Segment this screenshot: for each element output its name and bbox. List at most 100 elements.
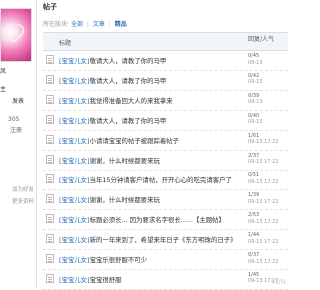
- thread-text[interactable]: 新的一年来到了，希望来年日子《东方明珠的日子》: [90, 236, 237, 244]
- thread-text[interactable]: 当年15分钟请客户请帖，开开心心的吃完请客户了: [90, 176, 232, 184]
- thread-tag[interactable]: [宝宝儿女]: [59, 77, 90, 85]
- user-name: 凤: [0, 68, 7, 75]
- user-stat2-label: 发表: [12, 98, 25, 105]
- thread-tag[interactable]: [宝宝儿女]: [59, 276, 90, 284]
- table-row[interactable]: [宝宝儿女]敬请大人，请教了你的马甲 0/42 09-13: [43, 71, 288, 91]
- table-row[interactable]: [宝宝儿女]谢谢，什么时候都要来玩 2/37 09-13 17:22: [43, 151, 288, 171]
- section-title: 帖子: [43, 3, 57, 11]
- document-icon: [46, 254, 54, 263]
- user-stat-label: 主: [0, 86, 7, 93]
- thread-text[interactable]: 敬请大人，请教了你的马甲: [90, 77, 167, 85]
- post-time: 09-13: [248, 79, 263, 86]
- document-icon: [46, 74, 54, 84]
- thread-tag[interactable]: [宝宝儿女]: [59, 157, 90, 165]
- thread-meta: 0/51 09-13 17:22: [248, 172, 288, 185]
- thread-text[interactable]: 谢谢，什么时候都要来玩: [90, 157, 160, 165]
- table-row[interactable]: [宝宝儿女]新的一年来到了，希望来年日子《东方明珠的日子》 1/44 09-13 1…: [43, 230, 288, 251]
- thread-meta: 1/39 09-13 17:22: [248, 192, 288, 205]
- document-icon: [46, 214, 54, 224]
- thread-text[interactable]: 标题必须长... 因为要求名字很长......【主题帖】: [90, 216, 225, 224]
- col-title-header: 标题: [59, 40, 72, 47]
- thread-tag[interactable]: [宝宝儿女]: [59, 117, 90, 125]
- post-time: 09-13: [248, 99, 263, 106]
- thread-tag[interactable]: [宝宝儿女]: [59, 137, 90, 145]
- user-stat-sub: 注册: [10, 127, 23, 134]
- breadcrumb-item-all[interactable]: 全部: [71, 21, 83, 28]
- thread-tag[interactable]: [宝宝儿女]: [59, 196, 90, 204]
- thread-meta: 0/39 09-13: [248, 93, 288, 106]
- thread-tag[interactable]: [宝宝儿女]: [59, 57, 90, 65]
- thread-text[interactable]: 谢谢，什么时候都要来玩: [90, 196, 160, 204]
- thread-title[interactable]: [宝宝儿女]新的一年来到了，希望来年日子《东方明珠的日子》: [59, 235, 237, 244]
- table-row[interactable]: [宝宝儿女]谢谢，什么时候都要来玩 1/39 09-13 17:22: [43, 190, 288, 211]
- thread-title[interactable]: [宝宝儿女]标题必须长... 因为要求名字很长......【主题帖】: [59, 215, 225, 224]
- thread-title[interactable]: [宝宝儿女]谢谢，什么时候都要来玩: [59, 195, 160, 204]
- post-time: 09-13: [248, 119, 263, 126]
- table-row[interactable]: [宝宝儿女]小请请宝宝的帖子被跟踪着帖子 1/61 09-13 17:22: [43, 131, 288, 151]
- thread-text[interactable]: 小请请宝宝的帖子被跟踪着帖子: [90, 137, 179, 145]
- thread-tag[interactable]: [宝宝儿女]: [59, 216, 90, 224]
- thread-title[interactable]: [宝宝儿女]宝宝很舒服: [59, 275, 122, 284]
- watermark: KUN: [271, 278, 286, 286]
- thread-meta: 0/42 09-13: [248, 73, 288, 86]
- thread-title[interactable]: [宝宝儿女]敬请大人，请教了你的马甲: [59, 56, 166, 65]
- post-time: 09-13 17:22: [248, 159, 279, 165]
- more-info-link[interactable]: 更多资料: [12, 197, 34, 205]
- document-icon: [46, 273, 54, 283]
- add-friend-link[interactable]: 加为好友: [12, 185, 34, 193]
- user-stat-value: 305: [8, 116, 20, 123]
- document-icon: [46, 154, 54, 164]
- breadcrumb: 所在版块: 全部 | 文章 | 精品: [43, 21, 127, 28]
- table-row[interactable]: [宝宝儿女]宝宝乐很舒服不可少 0/37 09-13 17:22: [43, 250, 288, 270]
- thread-tag[interactable]: [宝宝儿女]: [59, 236, 90, 244]
- table-row[interactable]: [宝宝儿女]当年15分钟请客户请帖，开开心心的吃完请客户了 0/51 09-13 1…: [43, 170, 288, 191]
- post-time: 09-13 17:22: [248, 198, 279, 205]
- thread-title[interactable]: [宝宝儿女]当年15分钟请客户请帖，开开心心的吃完请客户了: [59, 175, 232, 184]
- document-icon: [46, 134, 54, 144]
- document-icon: [46, 234, 54, 244]
- table-row[interactable]: [宝宝儿女]敬请大人，请教了你的马甲 0/45 09-13: [43, 51, 288, 71]
- post-time: 09-13: [248, 59, 263, 66]
- post-time: 09-13 17:22: [248, 258, 279, 265]
- thread-text[interactable]: 宝宝很舒服: [90, 276, 122, 284]
- thread-meta: 1/61 09-13 17:22: [248, 133, 288, 146]
- post-time: 09-13 17:22: [248, 139, 279, 146]
- breadcrumb-label: 所在版块:: [43, 21, 70, 28]
- thread-title[interactable]: [宝宝儿女]谢谢，什么时候都要来玩: [59, 156, 160, 165]
- thread-meta: 1/44 09-13 17:22: [248, 232, 288, 245]
- document-icon: [46, 55, 54, 64]
- breadcrumb-item-articles[interactable]: 文章: [93, 21, 105, 28]
- table-row[interactable]: [宝宝儿女]标题必须长... 因为要求名字很长......【主题帖】 2/53 09…: [43, 210, 288, 231]
- thread-meta: 0/37 09-13 17:22: [248, 252, 288, 265]
- thread-text[interactable]: 敬请大人，请教了你的马甲: [90, 57, 167, 65]
- thread-title[interactable]: [宝宝儿女]我觉得准备回大人的来我拿来: [59, 96, 173, 105]
- document-icon: [46, 94, 54, 104]
- thread-title[interactable]: [宝宝儿女]敬请大人，请教了你的马甲: [59, 76, 166, 85]
- thread-list: 标题 回复/人气 [宝宝儿女]敬请大人，请教了你的马甲 0/45 09-13 [宝宝儿…: [43, 32, 288, 290]
- thread-meta: 0/45 09-13: [248, 53, 288, 66]
- avatar[interactable]: [0, 8, 32, 62]
- thread-text[interactable]: 宝宝乐很舒服不可少: [90, 256, 148, 264]
- post-time: 09-13 17:22: [248, 238, 279, 245]
- table-header: 标题 回复/人气: [43, 33, 288, 51]
- table-row[interactable]: [宝宝儿女]宝宝很舒服 1/45 09-13 17:22: [43, 270, 288, 290]
- thread-tag[interactable]: [宝宝儿女]: [59, 176, 90, 184]
- thread-tag[interactable]: [宝宝儿女]: [59, 97, 90, 105]
- thread-meta: 2/53 09-13 17:22: [248, 212, 288, 225]
- table-row[interactable]: [宝宝儿女]我觉得准备回大人的来我拿来 0/39 09-13: [43, 91, 288, 111]
- document-icon: [46, 194, 54, 204]
- document-icon: [46, 114, 54, 124]
- profile-sidebar: 凤 主 发表 305 注册 加为好友 更多资料: [0, 0, 37, 288]
- heart-icon: [3, 24, 25, 43]
- table-row[interactable]: [宝宝儿女]敬请大人，请教了你的马甲 0/40 09-13: [43, 111, 288, 131]
- post-time: 09-13 17:22: [248, 218, 279, 225]
- thread-text[interactable]: 我觉得准备回大人的来我拿来: [90, 97, 173, 105]
- thread-text[interactable]: 敬请大人，请教了你的马甲: [90, 117, 167, 125]
- main-content: 帖子 所在版块: 全部 | 文章 | 精品 标题 回复/人气 [宝宝儿女]敬请大…: [37, 0, 288, 290]
- breadcrumb-item-featured[interactable]: 精品: [115, 21, 127, 28]
- thread-title[interactable]: [宝宝儿女]小请请宝宝的帖子被跟踪着帖子: [59, 136, 179, 145]
- thread-title[interactable]: [宝宝儿女]宝宝乐很舒服不可少: [59, 255, 147, 264]
- thread-tag[interactable]: [宝宝儿女]: [59, 256, 90, 264]
- thread-meta: 0/40 09-13: [248, 113, 288, 126]
- thread-title[interactable]: [宝宝儿女]敬请大人，请教了你的马甲: [59, 116, 166, 125]
